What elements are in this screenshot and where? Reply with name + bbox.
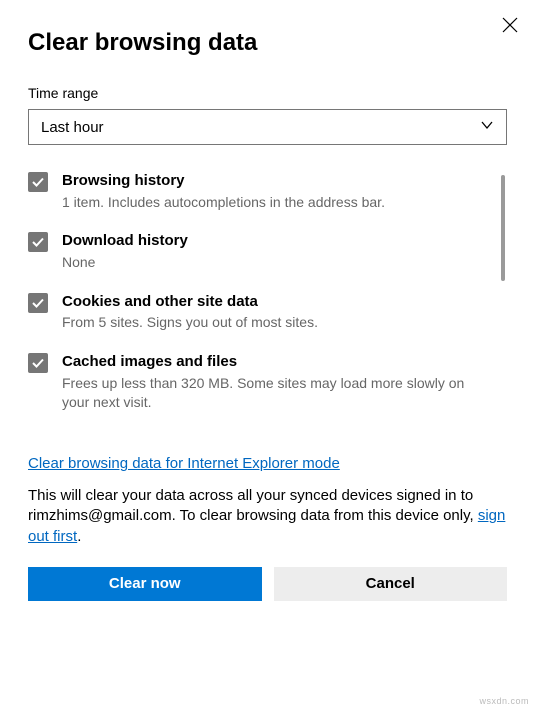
checkbox-cookies[interactable] [28, 293, 48, 313]
close-icon [500, 15, 520, 35]
checkbox-cached-files[interactable] [28, 353, 48, 373]
option-desc: Frees up less than 320 MB. Some sites ma… [62, 374, 493, 412]
option-cached-files: Cached images and files Frees up less th… [28, 352, 493, 411]
checkbox-download-history[interactable] [28, 232, 48, 252]
check-icon [31, 356, 45, 370]
disclaimer-text-before: This will clear your data across all you… [28, 487, 478, 524]
option-title: Download history [62, 231, 493, 251]
scrollbar-thumb[interactable] [501, 175, 505, 281]
check-icon [31, 235, 45, 249]
option-title: Browsing history [62, 171, 493, 191]
option-title: Cookies and other site data [62, 292, 493, 312]
time-range-value: Last hour [41, 119, 104, 136]
watermark: wsxdn.com [479, 696, 529, 706]
option-browsing-history: Browsing history 1 item. Includes autoco… [28, 171, 493, 211]
cancel-button[interactable]: Cancel [274, 567, 508, 601]
time-range-select[interactable]: Last hour [28, 109, 507, 145]
time-range-label: Time range [28, 85, 507, 101]
option-cookies: Cookies and other site data From 5 sites… [28, 292, 493, 332]
option-desc: 1 item. Includes autocompletions in the … [62, 193, 493, 212]
ie-mode-link[interactable]: Clear browsing data for Internet Explore… [28, 455, 340, 472]
disclaimer-text-after: . [77, 528, 81, 545]
close-button[interactable] [500, 15, 520, 35]
dialog-title: Clear browsing data [28, 29, 507, 57]
check-icon [31, 296, 45, 310]
sync-disclaimer: This will clear your data across all you… [28, 486, 507, 547]
checkbox-browsing-history[interactable] [28, 172, 48, 192]
option-desc: From 5 sites. Signs you out of most site… [62, 313, 493, 332]
option-desc: None [62, 253, 493, 272]
options-list: Browsing history 1 item. Includes autoco… [28, 171, 507, 447]
chevron-down-icon [480, 118, 494, 136]
option-download-history: Download history None [28, 231, 493, 271]
clear-now-button[interactable]: Clear now [28, 567, 262, 601]
option-title: Cached images and files [62, 352, 493, 372]
check-icon [31, 175, 45, 189]
